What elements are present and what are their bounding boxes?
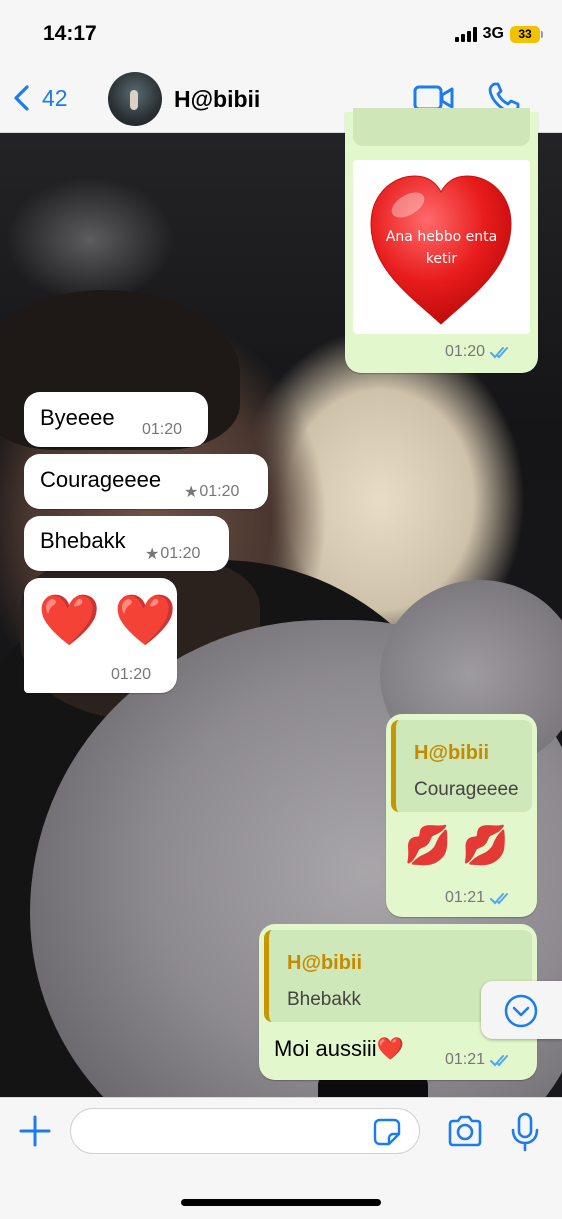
message-time: 01:20 bbox=[142, 421, 182, 439]
unread-count: 42 bbox=[42, 84, 68, 111]
message-text: Byeeee bbox=[40, 405, 115, 430]
attach-button[interactable] bbox=[16, 1112, 54, 1150]
sticker-button[interactable] bbox=[372, 1117, 402, 1147]
message-time-text: 01:20 bbox=[111, 666, 152, 683]
network-type: 3G bbox=[482, 25, 504, 42]
message-time: ★ 01:20 bbox=[184, 482, 239, 502]
quote-author: H@bibii bbox=[287, 952, 363, 974]
read-ticks-icon bbox=[490, 347, 509, 359]
message-time: 01:21 bbox=[445, 1051, 513, 1069]
status-indicators: 3G 33 bbox=[454, 25, 543, 43]
incoming-message[interactable]: ❤️ ❤️ 01:20 bbox=[24, 578, 177, 693]
star-icon: ★ bbox=[184, 484, 199, 501]
message-input[interactable] bbox=[70, 1108, 420, 1154]
reply-message[interactable]: H@bibii Courageeee 💋 💋 01:21 bbox=[386, 714, 537, 917]
incoming-message[interactable]: Byeeee 01:20 bbox=[24, 392, 208, 447]
camera-button[interactable] bbox=[446, 1114, 484, 1148]
battery-level: 33 bbox=[518, 27, 532, 41]
message-time: 01:21 bbox=[445, 889, 513, 907]
camera-icon bbox=[448, 1115, 482, 1147]
status-time: 14:17 bbox=[43, 22, 97, 45]
contact-name[interactable]: H@bibii bbox=[174, 86, 260, 113]
quote-text: Courageeee bbox=[414, 779, 519, 800]
message-time-text: 01:21 bbox=[445, 889, 486, 906]
heart-sticker[interactable]: Ana hebbo enta ketir bbox=[353, 160, 530, 334]
message-text: Courageeee bbox=[40, 467, 162, 492]
quote-text: Bhebakk bbox=[287, 989, 361, 1010]
scroll-to-bottom-button[interactable] bbox=[481, 981, 562, 1039]
sticker-caption: Ana hebbo enta ketir bbox=[353, 226, 530, 270]
quoted-message[interactable]: H@bibii Courageeee bbox=[391, 720, 532, 812]
battery-icon: 33 bbox=[510, 25, 543, 43]
message-time: 01:20 bbox=[111, 666, 151, 684]
microphone-icon bbox=[511, 1112, 539, 1152]
plus-icon bbox=[19, 1115, 51, 1147]
voice-message-button[interactable] bbox=[510, 1112, 540, 1152]
sticker-caption-line2: ketir bbox=[425, 251, 458, 267]
heart-emoji-text: ❤️ ❤️ bbox=[38, 592, 177, 648]
message-time-text: 01:20 bbox=[199, 483, 240, 500]
star-icon: ★ bbox=[145, 546, 160, 563]
message-time: ★ 01:20 bbox=[145, 544, 200, 564]
home-indicator bbox=[181, 1199, 381, 1206]
sticker-caption-line1: Ana hebbo enta bbox=[385, 229, 498, 245]
message-time-text: 01:20 bbox=[160, 545, 201, 562]
message-time: 01:20 bbox=[445, 343, 513, 361]
chevron-left-icon bbox=[14, 85, 29, 111]
incoming-message[interactable]: Courageeee ★ 01:20 bbox=[24, 454, 268, 509]
video-camera-icon bbox=[413, 85, 454, 111]
back-button[interactable]: 42 bbox=[12, 84, 68, 112]
kiss-emoji-text: 💋 💋 bbox=[404, 825, 510, 867]
message-text: Moi aussiii❤️ bbox=[274, 1036, 405, 1061]
chevron-down-circle-icon bbox=[504, 994, 538, 1028]
message-time-text: 01:20 bbox=[445, 343, 486, 360]
message-time-text: 01:20 bbox=[142, 421, 183, 438]
incoming-message[interactable]: Bhebakk ★ 01:20 bbox=[24, 516, 229, 571]
contact-avatar[interactable] bbox=[108, 72, 162, 126]
signal-icon bbox=[454, 26, 477, 42]
previous-message-edge bbox=[353, 108, 530, 146]
message-text: Bhebakk bbox=[40, 528, 126, 553]
read-ticks-icon bbox=[490, 1055, 509, 1067]
message-time-text: 01:21 bbox=[445, 1051, 486, 1068]
sticker-message[interactable]: Ana hebbo enta ketir 01:20 bbox=[345, 108, 538, 373]
quote-author: H@bibii bbox=[414, 742, 490, 764]
sticker-icon bbox=[373, 1118, 401, 1146]
read-ticks-icon bbox=[490, 893, 509, 905]
